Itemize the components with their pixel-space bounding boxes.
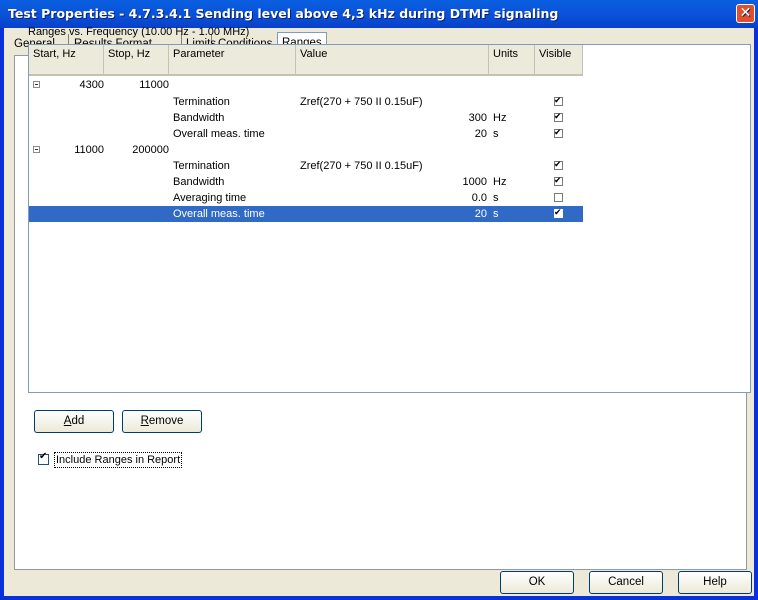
range-row[interactable]: 4300 11000 xyxy=(29,77,583,93)
ranges-list[interactable]: Start, Hz Stop, Hz Parameter Value Units… xyxy=(28,44,751,393)
collapse-icon[interactable] xyxy=(33,146,40,153)
parameter-row[interactable]: Averaging time 0.0 s xyxy=(29,190,583,206)
start-cell: 11000 xyxy=(74,144,104,156)
range-row[interactable]: 11000 200000 xyxy=(29,142,583,158)
parameter-row[interactable]: Overall meas. time 20 s xyxy=(29,125,583,142)
parameter-row[interactable]: Termination Zref(270 + 750 II 0.15uF) xyxy=(29,157,583,174)
visible-checkbox[interactable] xyxy=(554,93,563,109)
parameter-row[interactable]: Bandwidth 1000 Hz xyxy=(29,173,583,190)
column-visible[interactable]: Visible xyxy=(535,45,583,76)
title-bar[interactable]: Test Properties - 4.7.3.4.1 Sending leve… xyxy=(0,0,758,28)
visible-checkbox[interactable] xyxy=(554,157,563,173)
column-value[interactable]: Value xyxy=(296,45,489,76)
value-cell: 0.0 xyxy=(471,192,487,204)
parameter-row[interactable]: Bandwidth 300 Hz xyxy=(29,109,583,126)
checkbox-checked-icon[interactable] xyxy=(38,451,49,465)
add-label: dd xyxy=(71,415,85,427)
parameter-cell: Termination xyxy=(173,160,230,172)
parameter-cell: Bandwidth xyxy=(173,112,225,124)
column-stop[interactable]: Stop, Hz xyxy=(104,45,169,76)
stop-cell: 11000 xyxy=(139,79,169,91)
value-cell: 20 xyxy=(474,208,487,220)
parameter-cell: Bandwidth xyxy=(173,176,225,188)
unit-cell: Hz xyxy=(493,112,507,124)
dialog-window: Test Properties - 4.7.3.4.1 Sending leve… xyxy=(0,0,758,600)
column-start[interactable]: Start, Hz xyxy=(29,45,104,76)
visible-checkbox[interactable] xyxy=(554,125,563,141)
value-cell: Zref(270 + 750 II 0.15uF) xyxy=(300,96,423,108)
remove-label: emove xyxy=(148,415,184,427)
parameter-cell: Overall meas. time xyxy=(173,128,265,140)
parameter-row[interactable]: Termination Zref(270 + 750 II 0.15uF) xyxy=(29,93,583,110)
window-title: Test Properties - 4.7.3.4.1 Sending leve… xyxy=(8,6,559,21)
parameter-cell: Termination xyxy=(173,96,230,108)
add-button[interactable]: Add xyxy=(34,410,114,433)
visible-checkbox[interactable] xyxy=(554,173,563,189)
ok-button[interactable]: OK xyxy=(500,571,574,594)
close-icon[interactable]: ✕ xyxy=(736,4,755,23)
cancel-button[interactable]: Cancel xyxy=(589,571,663,594)
visible-checkbox[interactable] xyxy=(554,205,563,221)
parameter-cell: Overall meas. time xyxy=(173,208,265,220)
visible-checkbox[interactable] xyxy=(554,193,563,202)
column-parameter[interactable]: Parameter xyxy=(169,45,296,76)
unit-cell: s xyxy=(493,192,499,204)
start-cell: 4300 xyxy=(79,79,104,91)
ranges-caption: Ranges vs. Frequency (10.00 Hz - 1.00 MH… xyxy=(28,26,250,38)
stop-cell: 200000 xyxy=(132,144,169,156)
unit-cell: s xyxy=(493,128,499,140)
unit-cell: s xyxy=(493,208,499,220)
parameter-row-selected[interactable]: Overall meas. time 20 s xyxy=(29,205,583,222)
parameter-cell: Averaging time xyxy=(173,192,247,204)
column-units[interactable]: Units xyxy=(489,45,535,76)
include-ranges-label: Include Ranges in Report xyxy=(54,452,183,468)
visible-checkbox[interactable] xyxy=(554,109,563,125)
value-cell: 1000 xyxy=(462,176,487,188)
collapse-icon[interactable] xyxy=(33,81,40,88)
value-cell: 300 xyxy=(468,112,487,124)
remove-button[interactable]: Remove xyxy=(122,410,202,433)
remove-mnemonic: R xyxy=(140,415,149,427)
value-cell: Zref(270 + 750 II 0.15uF) xyxy=(300,160,423,172)
value-cell: 20 xyxy=(474,128,487,140)
help-button[interactable]: Help xyxy=(678,571,752,594)
unit-cell: Hz xyxy=(493,176,507,188)
